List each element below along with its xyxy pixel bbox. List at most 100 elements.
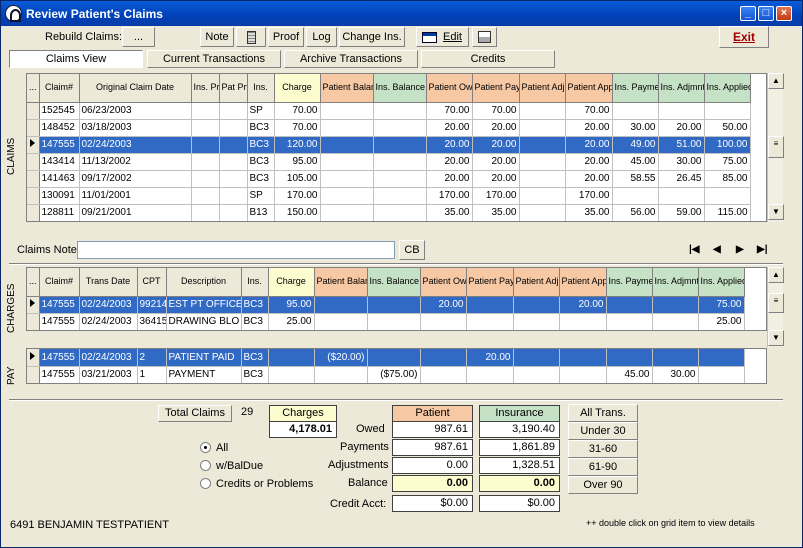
claims-row[interactable]: 141463 09/17/2002 BC3 105.00 20.00 20.00 20.00… (27, 170, 751, 188)
claims-cell[interactable]: 105.00 (274, 170, 321, 188)
pay-cell[interactable] (559, 349, 607, 367)
charges-column-header[interactable]: Trans Date (79, 268, 138, 297)
claims-cell[interactable] (191, 153, 220, 171)
claims-row[interactable]: 143414 11/13/2002 BC3 95.00 20.00 20.00 20.00 4… (27, 153, 751, 171)
charges-row[interactable]: 147555 02/24/2003 36415 DRAWING BLO BC3 25.00… (27, 313, 745, 330)
claims-column-header[interactable]: Patient Payment (472, 74, 520, 103)
last-record-icon[interactable]: ▶| (757, 244, 768, 255)
note-button[interactable]: Note (200, 27, 234, 47)
claims-cell[interactable] (519, 187, 566, 205)
claims-cell[interactable]: 58.55 (612, 170, 659, 188)
claims-cell[interactable] (320, 102, 374, 120)
claims-cell[interactable]: 20.00 (565, 170, 613, 188)
claims-cell[interactable]: BC3 (247, 153, 275, 171)
pay-cell[interactable] (698, 349, 745, 367)
claims-cell[interactable]: 120.00 (274, 136, 321, 154)
charges-column-header[interactable]: Ins. Adjmnt (652, 268, 699, 297)
claims-grid[interactable]: ...Claim#Original Claim DateIns. PrfPat … (26, 73, 767, 222)
claims-cell[interactable]: 30.00 (658, 153, 705, 171)
charges-scrollbar[interactable]: ▲ ≡ ▼ (767, 267, 784, 347)
filter-61-90-button[interactable]: 61-90 (568, 458, 638, 476)
change-ins-button[interactable]: Change Ins. (339, 27, 405, 47)
claims-cell[interactable] (320, 204, 374, 221)
claims-cell[interactable]: 20.00 (426, 153, 473, 171)
claims-cell[interactable]: 100.00 (704, 136, 751, 154)
all-radio[interactable] (200, 442, 211, 453)
claims-column-header[interactable]: Ins. (247, 74, 275, 103)
claims-cell[interactable] (519, 204, 566, 221)
row-indicator[interactable] (27, 170, 40, 188)
charges-column-header[interactable]: Ins. Applied (698, 268, 745, 297)
baldue-radio[interactable] (200, 460, 211, 471)
charges-cell[interactable]: 75.00 (698, 296, 745, 314)
pay-cell[interactable]: 1 (137, 366, 167, 383)
charges-cell[interactable] (367, 313, 421, 330)
charges-cell[interactable] (559, 313, 607, 330)
claims-cell[interactable]: 26.45 (658, 170, 705, 188)
claims-column-header[interactable]: Ins. Applied (704, 74, 751, 103)
charges-column-header[interactable]: ... (27, 268, 40, 297)
claims-column-header[interactable]: Pat Prf (219, 74, 248, 103)
claims-cell[interactable]: 70.00 (426, 102, 473, 120)
pay-cell[interactable]: 147555 (39, 366, 80, 383)
pay-cell[interactable] (420, 366, 467, 383)
charges-cell[interactable] (314, 296, 368, 314)
claims-cell[interactable]: 70.00 (472, 102, 520, 120)
charges-cell[interactable] (466, 313, 514, 330)
scroll-down-icon[interactable]: ▼ (768, 330, 784, 346)
claims-cell[interactable]: 70.00 (565, 102, 613, 120)
filter-under-30-button[interactable]: Under 30 (568, 422, 638, 440)
claims-cell[interactable]: 35.00 (426, 204, 473, 221)
claims-cell[interactable] (373, 136, 427, 154)
charges-cell[interactable]: 02/24/2003 (79, 296, 138, 314)
credits-problems-radio[interactable] (200, 478, 211, 489)
claims-cell[interactable] (373, 102, 427, 120)
claims-cell[interactable]: 20.00 (426, 170, 473, 188)
charges-column-header[interactable]: CPT (137, 268, 167, 297)
charges-cell[interactable]: 25.00 (698, 313, 745, 330)
claims-column-header[interactable]: Charge (274, 74, 321, 103)
charges-column-header[interactable]: Patient Payment (466, 268, 514, 297)
tab-current-transactions[interactable]: Current Transactions (147, 50, 281, 68)
charges-cell[interactable]: 147555 (39, 313, 80, 330)
close-button[interactable]: × (776, 6, 792, 21)
pay-cell[interactable] (466, 366, 514, 383)
claims-column-header[interactable]: Claim# (39, 74, 80, 103)
charges-grid[interactable]: ... Claim# Trans Date CPT Description Ins. Cha… (26, 267, 767, 331)
claims-cell[interactable]: 35.00 (472, 204, 520, 221)
charges-cell[interactable] (420, 313, 467, 330)
claims-cell[interactable] (519, 102, 566, 120)
claims-cell[interactable]: SP (247, 187, 275, 205)
first-record-icon[interactable]: |◀ (689, 244, 700, 255)
pay-row[interactable]: 147555 02/24/2003 2 PATIENT PAID BC3 ($20.00)… (27, 349, 745, 367)
claims-cell[interactable] (658, 187, 705, 205)
row-indicator[interactable] (27, 119, 40, 137)
exit-button[interactable]: Exit (719, 26, 769, 48)
charges-column-header[interactable]: Patient Adjmnt (513, 268, 560, 297)
pay-cell[interactable] (314, 366, 368, 383)
charges-column-header[interactable]: Patient Applied (559, 268, 607, 297)
claims-cell[interactable]: 128811 (39, 204, 80, 221)
claims-cell[interactable]: 115.00 (704, 204, 751, 221)
claims-cell[interactable] (219, 102, 248, 120)
tab-credits[interactable]: Credits (421, 50, 555, 68)
pay-cell[interactable] (268, 366, 315, 383)
claims-cell[interactable]: 150.00 (274, 204, 321, 221)
proof-button[interactable]: Proof (268, 27, 304, 47)
charges-cell[interactable]: DRAWING BLO (166, 313, 242, 330)
charges-cell[interactable] (314, 313, 368, 330)
claims-cell[interactable] (519, 136, 566, 154)
claims-cell[interactable]: 50.00 (704, 119, 751, 137)
claims-cell[interactable]: 20.00 (658, 119, 705, 137)
claims-cell[interactable]: BC3 (247, 119, 275, 137)
claims-cell[interactable]: 20.00 (472, 153, 520, 171)
pay-cell[interactable]: ($20.00) (314, 349, 368, 367)
claims-cell[interactable]: 85.00 (704, 170, 751, 188)
scroll-thumb[interactable]: ≡ (768, 293, 784, 313)
row-indicator[interactable] (27, 349, 40, 367)
log-button[interactable]: Log (306, 27, 337, 47)
charges-cell[interactable]: 20.00 (420, 296, 467, 314)
claims-cell[interactable]: 09/17/2002 (79, 170, 192, 188)
row-indicator[interactable] (27, 313, 40, 330)
row-indicator[interactable] (27, 296, 40, 314)
